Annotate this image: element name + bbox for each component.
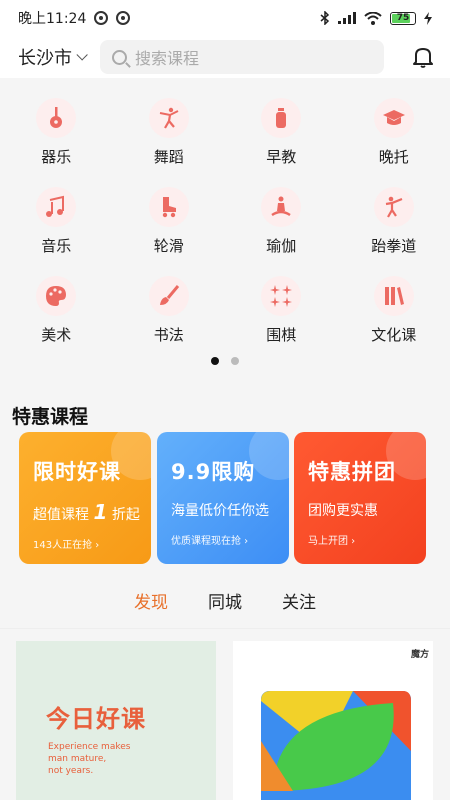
- header: 长沙市 搜索课程: [0, 36, 450, 78]
- deal-subtitle: 团购更实惠: [308, 503, 378, 519]
- feed-card-title: 今日好课: [46, 705, 146, 733]
- category-dance[interactable]: 舞蹈: [113, 90, 226, 179]
- category-label: 美术: [41, 326, 72, 344]
- category-label: 书法: [153, 326, 184, 344]
- wifi-icon: [364, 11, 382, 25]
- deal-card-9-9[interactable]: 9.9限购 海量低价任你选 优质课程现在抢 ›: [157, 432, 289, 564]
- graduation-cap-icon: [382, 110, 405, 125]
- category-roller-skating[interactable]: 轮滑: [113, 179, 226, 268]
- category-calligraphy[interactable]: 书法: [113, 268, 226, 357]
- deal-note: 143人正在抢 ›: [33, 540, 100, 551]
- app-notification-icon: [94, 11, 109, 25]
- city-label: 长沙市: [18, 48, 72, 69]
- battery-level: 75: [396, 13, 410, 23]
- status-bar: 晚上11:24 75: [0, 0, 450, 36]
- bluetooth-icon: [320, 11, 330, 25]
- category-label: 围棋: [266, 326, 297, 344]
- guitar-icon: [50, 107, 63, 128]
- deal-card-limited[interactable]: 限时好课 超值课程 1 折起 143人正在抢 ›: [19, 432, 151, 564]
- charging-icon: [424, 11, 432, 25]
- battery-indicator: 75: [390, 11, 416, 25]
- palette-icon: [46, 286, 67, 306]
- deal-note: 马上开团 ›: [308, 536, 356, 547]
- feed: 今日好课 Experience makes man mature, not ye…: [0, 628, 450, 800]
- category-label: 瑜伽: [266, 237, 297, 255]
- category-culture[interactable]: 文化课: [338, 268, 450, 357]
- books-icon: [384, 287, 404, 305]
- deal-note: 优质课程现在抢 ›: [171, 536, 249, 547]
- category-label: 文化课: [371, 326, 417, 344]
- brush-icon: [159, 285, 179, 305]
- category-label: 器乐: [41, 148, 72, 166]
- category-grid: 器乐 舞蹈 早教 晚托 音乐 轮滑 瑜伽 跆拳道 美术 书法 围棋 文化课: [0, 90, 450, 357]
- category-after-school[interactable]: 晚托: [338, 90, 450, 179]
- category-music[interactable]: 音乐: [0, 179, 113, 268]
- category-yoga[interactable]: 瑜伽: [225, 179, 338, 268]
- category-label: 晚托: [378, 148, 409, 166]
- martial-arts-icon: [385, 196, 403, 218]
- category-art[interactable]: 美术: [0, 268, 113, 357]
- search-icon: [112, 49, 127, 65]
- category-label: 舞蹈: [153, 148, 184, 166]
- dancer-icon: [159, 107, 179, 129]
- status-time: 晚上11:24: [18, 11, 87, 27]
- city-selector[interactable]: 长沙市: [18, 44, 100, 70]
- deal-subtitle: 超值课程 1 折起: [33, 500, 140, 524]
- tab-following[interactable]: 关注: [280, 588, 318, 628]
- category-label: 音乐: [41, 237, 72, 255]
- brand-logo: 魔方: [410, 650, 429, 660]
- signal-icon: [338, 12, 356, 24]
- feed-card-quote: Experience makes man mature, not years.: [48, 742, 131, 776]
- page-indicator: [0, 357, 450, 365]
- music-note-icon: [46, 195, 65, 217]
- category-early-education[interactable]: 早教: [225, 90, 338, 179]
- page-dot: [231, 357, 239, 365]
- category-label: 轮滑: [153, 237, 184, 255]
- app-notification-icon-2: [116, 11, 131, 25]
- category-go[interactable]: 围棋: [225, 268, 338, 357]
- tab-discover[interactable]: 发现: [132, 588, 170, 638]
- yoga-icon: [271, 196, 291, 217]
- category-instrument[interactable]: 器乐: [0, 90, 113, 179]
- deal-subtitle: 海量低价任你选: [171, 503, 269, 519]
- bottle-icon: [276, 108, 287, 128]
- bell-icon[interactable]: [410, 44, 436, 70]
- category-label: 跆拳道: [371, 237, 417, 255]
- category-label: 早教: [266, 148, 297, 166]
- page-dot-active: [211, 357, 219, 365]
- chevron-down-icon: [76, 49, 88, 61]
- section-title: 特惠课程: [12, 406, 89, 428]
- search-placeholder: 搜索课程: [135, 49, 200, 68]
- feed-card[interactable]: 今日好课 Experience makes man mature, not ye…: [16, 641, 216, 800]
- rubiks-cube-image: [261, 691, 411, 800]
- tab-same-city[interactable]: 同城: [206, 588, 244, 628]
- feed-tabs: 发现 同城 关注: [0, 588, 450, 638]
- deal-card-group[interactable]: 特惠拼团 团购更实惠 马上开团 ›: [294, 432, 426, 564]
- search-input[interactable]: 搜索课程: [100, 40, 384, 74]
- feed-card[interactable]: 魔方: [233, 641, 433, 800]
- go-board-icon: [270, 285, 293, 307]
- roller-skate-icon: [162, 197, 176, 218]
- category-taekwondo[interactable]: 跆拳道: [338, 179, 450, 268]
